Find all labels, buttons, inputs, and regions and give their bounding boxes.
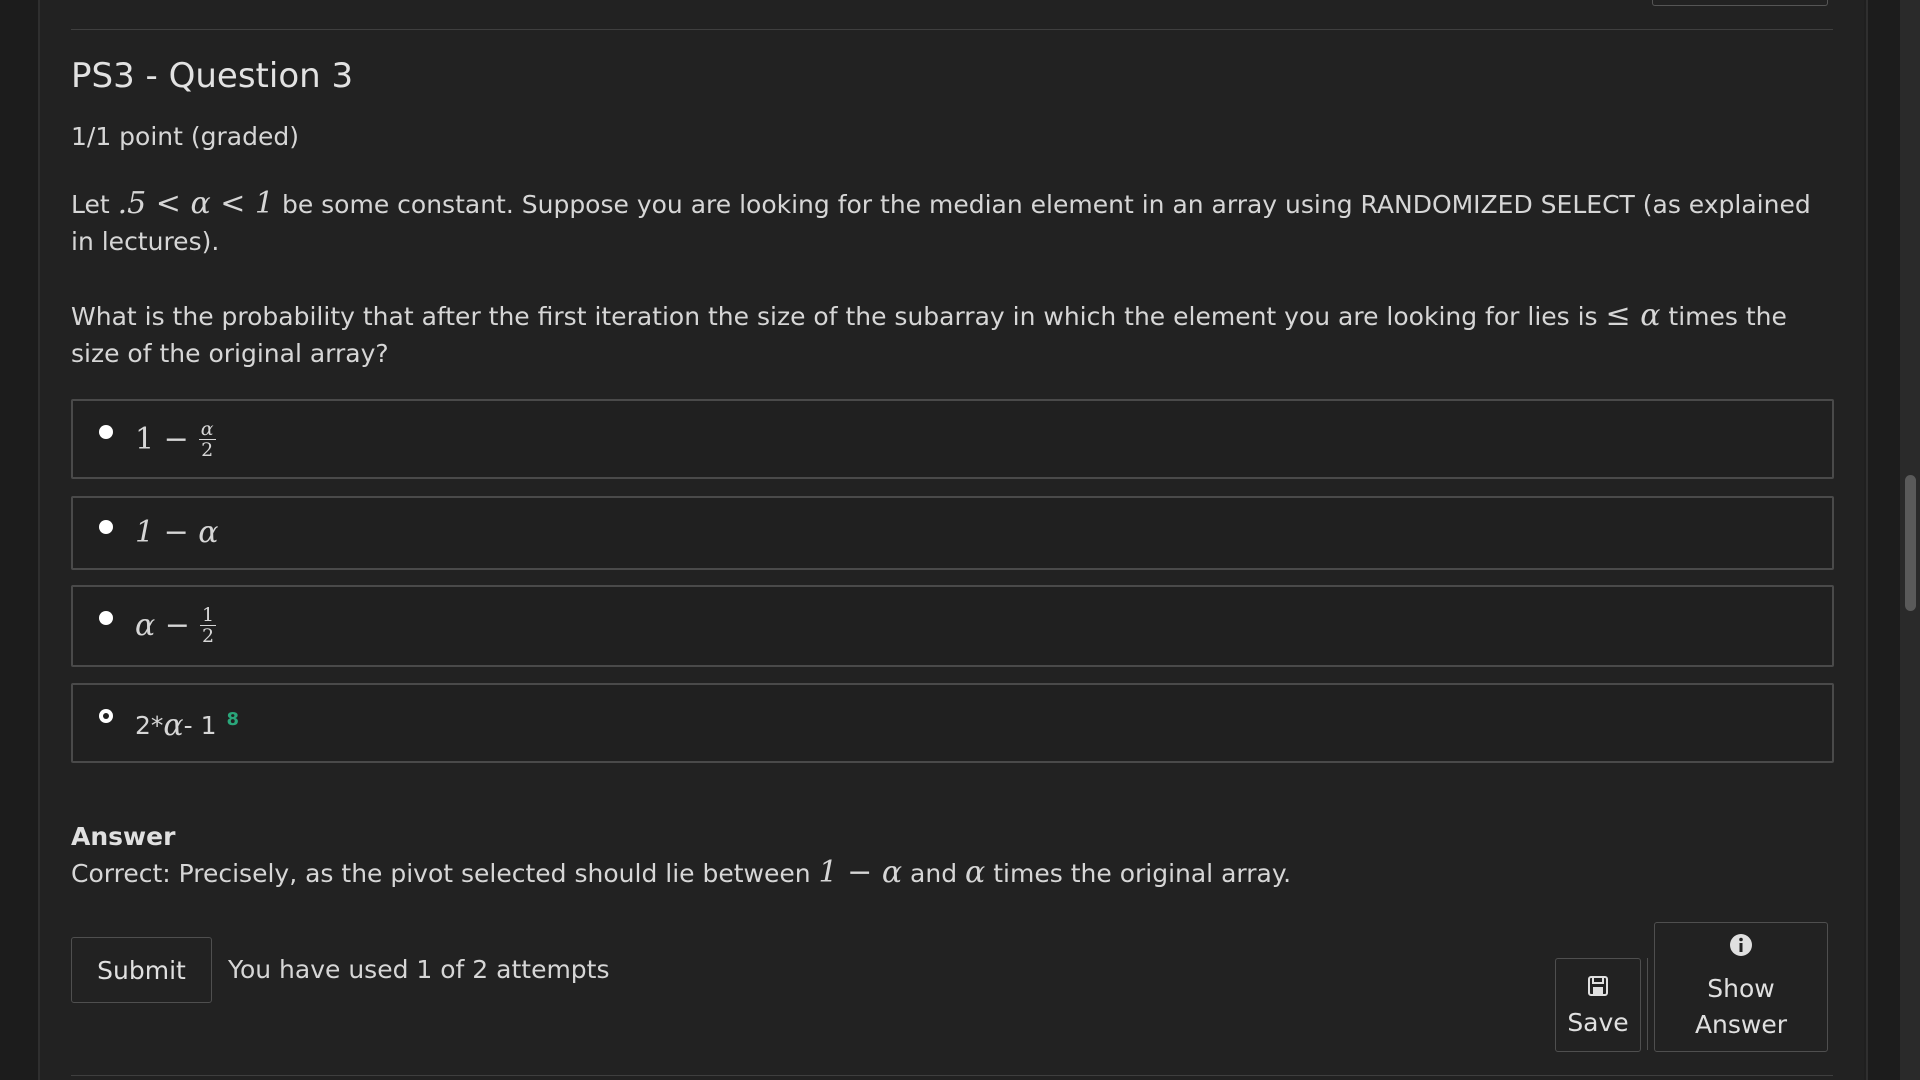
divider-bottom (71, 1075, 1833, 1076)
question-paragraph-1: Let .5 < α < 1 be some constant. Suppose… (71, 185, 1811, 260)
p1-rest: be some constant. Suppose you are lookin… (71, 190, 1811, 256)
option-4-text-post: - 1 (183, 710, 217, 740)
problem-title: PS3 - Question 3 (71, 56, 354, 96)
option-3-numerator: 1 (199, 603, 217, 626)
answer-explanation: Correct: Precisely, as the pivot selecte… (71, 855, 1291, 890)
p2-math: ≤ α (1605, 298, 1661, 333)
p1-math: .5 < α < 1 (117, 186, 275, 221)
choice-option-1[interactable]: 1 − α 2 (71, 399, 1834, 479)
radio-option-3[interactable] (99, 611, 113, 625)
scrollbar-thumb[interactable] (1905, 475, 1916, 611)
answer-mid: and (902, 859, 966, 888)
option-1-label[interactable]: 1 − α 2 (135, 409, 216, 469)
save-label: Save (1567, 1007, 1629, 1037)
radio-option-2[interactable] (99, 520, 113, 534)
question-paragraph-2: What is the probability that after the f… (71, 297, 1811, 372)
option-3-main: α − (135, 607, 190, 643)
button-divider (1647, 958, 1648, 1050)
option-1-numerator: α (198, 417, 216, 440)
info-icon (1729, 931, 1753, 967)
show-answer-label-line1: Show (1707, 974, 1775, 1003)
option-2-main: 1 − α (135, 514, 219, 550)
option-2-label[interactable]: 1 − α (135, 502, 219, 562)
save-button[interactable]: Save (1555, 958, 1641, 1052)
option-4-text-pre: 2* (135, 710, 164, 740)
option-4-label[interactable]: 2* α - 1 8 (135, 695, 239, 755)
show-answer-button[interactable]: Show Answer (1654, 922, 1828, 1052)
answer-suffix: times the original array. (985, 859, 1292, 888)
option-1-main: 1 − (135, 421, 189, 457)
option-3-fraction: 1 2 (199, 603, 217, 647)
submit-button[interactable]: Submit (71, 937, 212, 1003)
p2-lead: What is the probability that after the f… (71, 302, 1606, 331)
left-gutter (0, 0, 40, 1080)
answer-math-1: 1 − α (818, 855, 903, 890)
choice-option-2[interactable]: 1 − α (71, 496, 1834, 570)
option-1-denominator: 2 (201, 438, 214, 461)
points-status: 1/1 point (graded) (71, 122, 299, 151)
save-icon (1586, 974, 1610, 1004)
option-1-fraction: α 2 (198, 417, 216, 461)
answer-heading: Answer (71, 822, 176, 851)
previous-button-edge[interactable] (1652, 0, 1828, 6)
radio-option-4-selected[interactable] (99, 709, 113, 723)
option-3-label[interactable]: α − 1 2 (135, 595, 217, 655)
attempts-text: You have used 1 of 2 attempts (228, 955, 610, 984)
choice-option-3[interactable]: α − 1 2 (71, 585, 1834, 667)
option-4-alpha: α (163, 707, 184, 743)
choice-option-4[interactable]: 2* α - 1 8 (71, 683, 1834, 763)
radio-option-1[interactable] (99, 425, 113, 439)
correct-status-icon: 8 (226, 708, 240, 730)
answer-prefix: Correct: Precisely, as the pivot selecte… (71, 859, 819, 888)
divider (71, 29, 1833, 30)
option-3-denominator: 2 (201, 624, 215, 647)
answer-math-2: α (965, 855, 986, 890)
show-answer-label-line2: Answer (1694, 1010, 1788, 1039)
p1-lead: Let (71, 190, 118, 219)
